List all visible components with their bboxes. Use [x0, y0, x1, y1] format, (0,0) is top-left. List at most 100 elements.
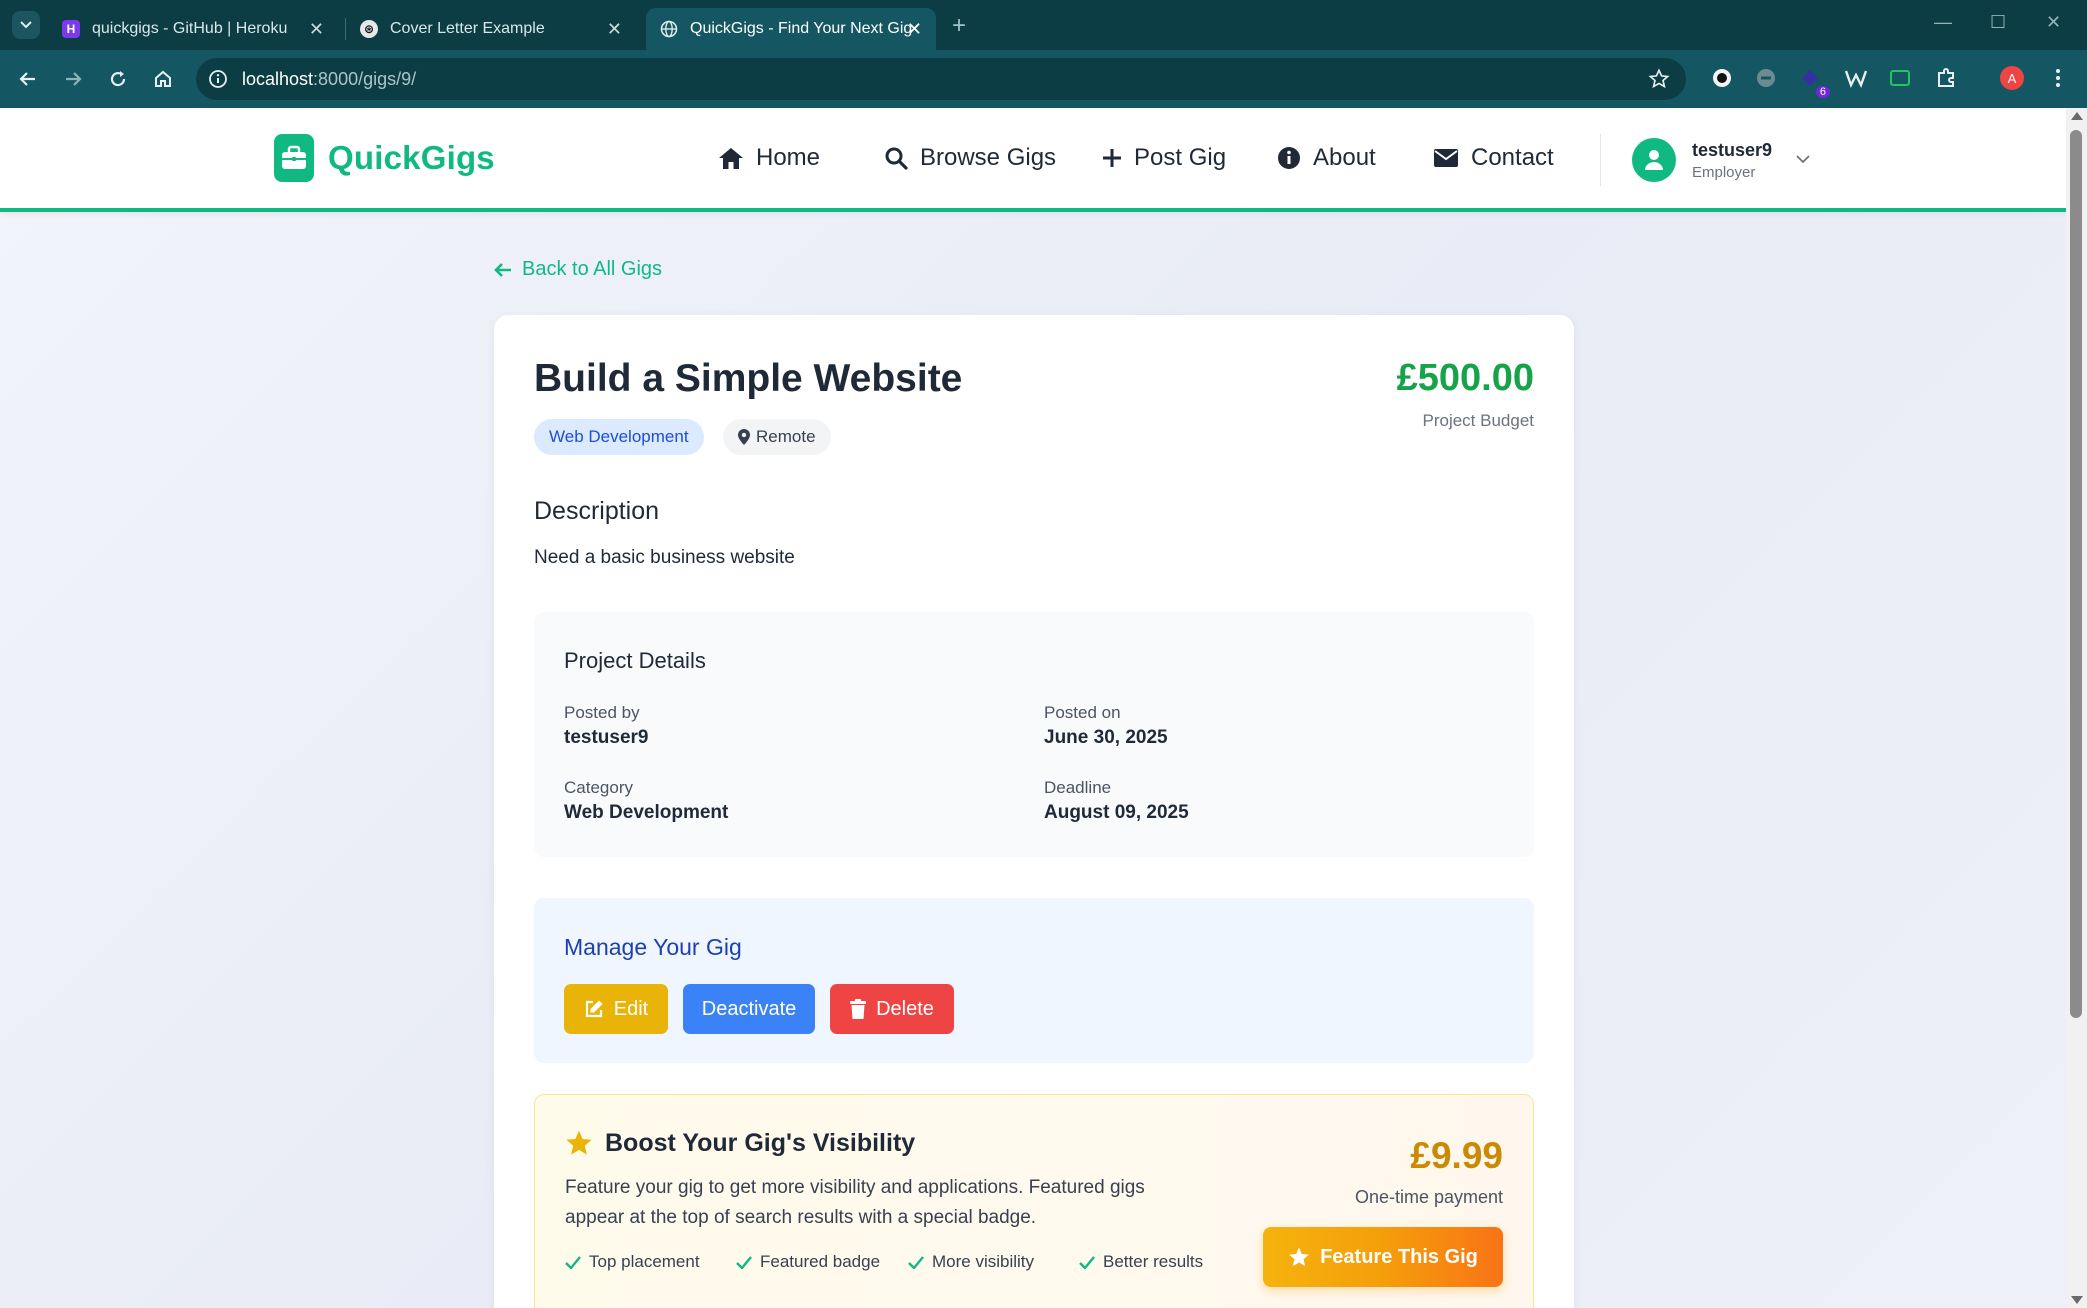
user-name: testuser9	[1692, 139, 1773, 160]
extension-icon[interactable]	[1886, 64, 1914, 92]
tab-title: quickgigs - GitHub | Heroku	[92, 20, 288, 37]
puzzle-icon[interactable]	[1932, 64, 1960, 92]
gig-detail-card: Build a Simple Website £500.00 Project B…	[494, 315, 1574, 1308]
minimize-icon[interactable]: —	[1934, 12, 1952, 33]
plus-icon	[1103, 149, 1121, 167]
arrow-left-icon	[494, 262, 511, 277]
star-icon	[1289, 1246, 1309, 1266]
project-details-heading: Project Details	[564, 648, 706, 673]
check-icon	[1079, 1255, 1095, 1269]
window-close-icon[interactable]: ✕	[2046, 12, 2061, 33]
browser-tab-github[interactable]: H quickgigs - GitHub | Heroku ✕	[48, 8, 338, 50]
browser-tab-quickgigs[interactable]: QuickGigs - Find Your Next Gig ✕	[646, 8, 936, 50]
extension-badge: 6	[1815, 86, 1830, 98]
brand-name: QuickGigs	[328, 139, 495, 176]
address-bar[interactable]: localhost:8000/gigs/9/	[196, 58, 1686, 100]
page-viewport: QuickGigs Home Browse Gigs Post Gig Abou…	[0, 108, 2066, 1308]
back-arrow-icon[interactable]	[15, 66, 41, 92]
boost-feature-label: More visibility	[932, 1252, 1035, 1271]
description-heading: Description	[534, 497, 660, 525]
new-tab-plus-icon[interactable]: +	[952, 12, 966, 40]
nav-browse-gigs[interactable]: Browse Gigs	[884, 144, 1056, 172]
boost-description: Feature your gig to get more visibility …	[565, 1177, 1145, 1228]
posted-on-label: Posted on	[1044, 703, 1121, 722]
tab-search-button[interactable]	[12, 11, 40, 39]
boost-heading: Boost Your Gig's Visibility	[565, 1129, 915, 1158]
close-icon[interactable]: ✕	[907, 19, 922, 40]
tab-title: QuickGigs - Find Your Next Gig	[690, 20, 913, 37]
boost-feature: Top placement	[565, 1252, 700, 1272]
delete-button[interactable]: Delete	[830, 984, 954, 1034]
boost-feature-label: Better results	[1103, 1252, 1204, 1271]
extension-icon[interactable]: 6	[1796, 64, 1830, 98]
scroll-down-arrow-icon[interactable]	[2071, 1296, 2083, 1304]
bookmark-star-icon[interactable]	[1648, 68, 1670, 95]
openai-icon: ⊛	[360, 20, 378, 38]
tab-title: Cover Letter Example	[390, 20, 545, 37]
nav-about[interactable]: About	[1277, 144, 1376, 172]
check-icon	[908, 1255, 924, 1269]
user-menu[interactable]: testuser9 Employer	[1632, 138, 1810, 182]
boost-feature-label: Top placement	[589, 1252, 700, 1271]
trash-icon	[850, 999, 867, 1019]
forward-arrow-icon[interactable]	[60, 66, 86, 92]
gig-price: £500.00	[1396, 357, 1534, 399]
maximize-icon[interactable]: ☐	[1990, 12, 2006, 33]
more-menu-icon[interactable]	[2044, 64, 2072, 92]
close-icon[interactable]: ✕	[309, 19, 324, 40]
manage-gig-panel: Manage Your Gig Edit Deactivate Delete	[534, 898, 1534, 1063]
star-icon	[566, 1130, 592, 1155]
category-value: Web Development	[564, 802, 729, 823]
reload-icon[interactable]	[105, 66, 131, 92]
nav-contact-label: Contact	[1471, 144, 1554, 171]
location-badge: Remote	[723, 419, 831, 455]
category-label: Category	[564, 778, 633, 797]
profile-avatar[interactable]: A	[1998, 64, 2026, 92]
boost-feature: Better results	[1079, 1252, 1203, 1272]
nav-contact[interactable]: Contact	[1433, 144, 1554, 172]
deactivate-label: Deactivate	[701, 997, 797, 1020]
project-details-panel: Project Details Posted by testuser9 Post…	[534, 612, 1534, 857]
nav-post-gig[interactable]: Post Gig	[1102, 144, 1226, 172]
chevron-down-icon	[1796, 151, 1810, 169]
boost-feature: Featured badge	[736, 1252, 880, 1272]
back-to-gigs-link[interactable]: Back to All Gigs	[494, 258, 662, 281]
user-role: Employer	[1692, 163, 1756, 181]
browser-tab-cover-letter[interactable]: ⊛ Cover Letter Example ✕	[346, 8, 636, 50]
extension-icon[interactable]	[1752, 64, 1780, 92]
extension-icon[interactable]	[1708, 64, 1736, 92]
check-icon	[736, 1255, 752, 1269]
site-navbar: QuickGigs Home Browse Gigs Post Gig Abou…	[0, 108, 2066, 212]
category-badge-label: Web Development	[549, 427, 689, 446]
boost-price-label: One-time payment	[1354, 1187, 1503, 1207]
feature-this-gig-button[interactable]: Feature This Gig	[1263, 1227, 1503, 1287]
check-icon	[565, 1255, 581, 1269]
info-icon	[1278, 147, 1300, 169]
url-path: :8000/gigs/9/	[313, 68, 417, 89]
extension-icon[interactable]	[1842, 64, 1870, 92]
gig-price-label: Project Budget	[1422, 411, 1534, 430]
scrollbar-thumb[interactable]	[2070, 130, 2082, 1018]
scroll-up-arrow-icon[interactable]	[2071, 112, 2083, 120]
map-pin-icon	[738, 429, 750, 445]
edit-icon	[585, 1000, 603, 1018]
boost-heading-label: Boost Your Gig's Visibility	[605, 1129, 916, 1157]
close-icon[interactable]: ✕	[607, 19, 622, 40]
user-avatar-icon	[1632, 138, 1676, 182]
deactivate-button[interactable]: Deactivate	[683, 984, 815, 1034]
boost-feature-label: Featured badge	[760, 1252, 881, 1271]
brand-link[interactable]: QuickGigs	[274, 134, 495, 182]
nav-home[interactable]: Home	[718, 144, 820, 172]
profile-initial: A	[2000, 66, 2024, 90]
manage-gig-heading: Manage Your Gig	[564, 934, 742, 960]
page-scrollbar[interactable]	[2066, 108, 2087, 1308]
home-icon[interactable]	[150, 66, 176, 92]
nav-divider	[1600, 134, 1601, 186]
site-info-icon[interactable]	[208, 69, 228, 94]
heroku-icon: H	[62, 20, 80, 38]
edit-button[interactable]: Edit	[564, 984, 668, 1034]
boost-feature: More visibility	[908, 1252, 1034, 1272]
home-icon	[719, 148, 743, 169]
nav-browse-gigs-label: Browse Gigs	[920, 144, 1057, 171]
envelope-icon	[1434, 149, 1458, 167]
